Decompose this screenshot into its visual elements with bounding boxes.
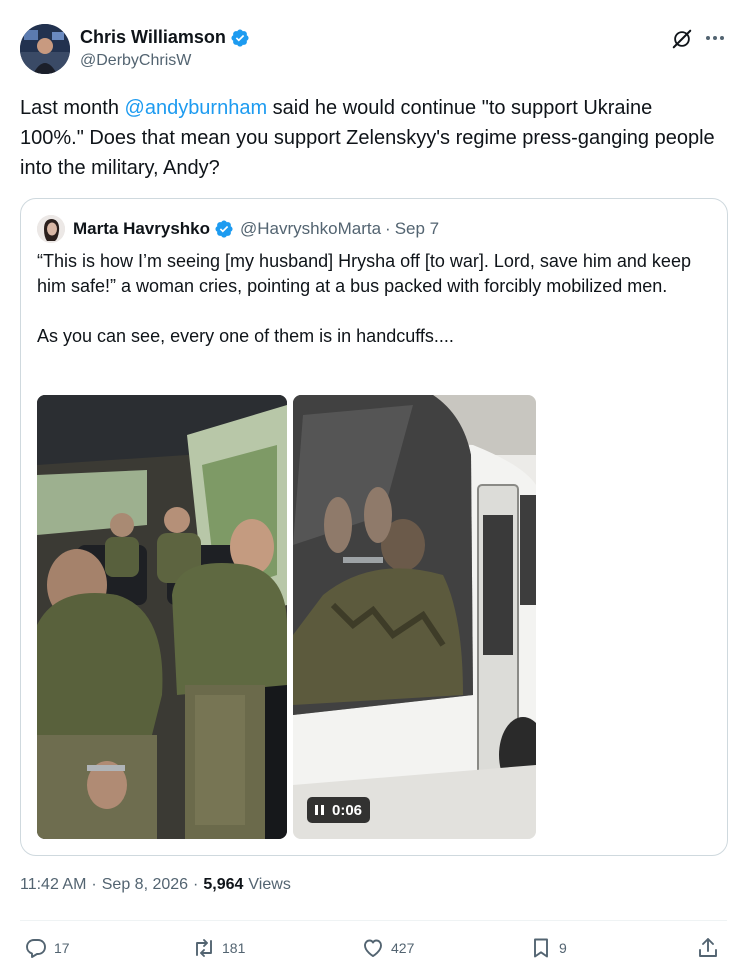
reply-button[interactable]: 17 <box>24 936 70 960</box>
quoted-author-avatar[interactable] <box>37 215 65 243</box>
tweet-text-before: Last month <box>20 97 125 119</box>
tweet-date[interactable]: Sep 8, 2026 <box>102 876 188 894</box>
action-bar: 17 181 427 9 <box>20 936 727 966</box>
heart-icon <box>364 939 382 957</box>
video-duration: 0:06 <box>332 801 363 819</box>
repost-button[interactable]: 181 <box>192 936 245 960</box>
quoted-handle[interactable]: @HavryshkoMarta <box>240 219 381 239</box>
repost-count: 181 <box>222 940 246 956</box>
quoted-verified-badge-icon <box>215 220 233 238</box>
mention-link[interactable]: @andyburnham <box>125 97 268 119</box>
author-handle[interactable]: @DerbyChrisW <box>80 52 191 70</box>
views-label: Views <box>248 876 291 893</box>
bookmark-count: 9 <box>559 940 567 956</box>
like-count: 427 <box>391 940 415 956</box>
share-button[interactable] <box>696 936 720 960</box>
quoted-header: Marta Havryshko @HavryshkoMarta · Sep 7 <box>73 219 439 239</box>
reply-count: 17 <box>54 940 70 956</box>
tweet-text: Last month @andyburnham said he would co… <box>20 93 720 183</box>
more-options-icon[interactable] <box>703 26 727 50</box>
views-count: 5,964 <box>203 876 244 893</box>
bookmark-icon <box>534 938 548 958</box>
author-name-row[interactable]: Chris Williamson <box>80 27 250 48</box>
tweet-time[interactable]: 11:42 AM <box>20 876 86 894</box>
like-button[interactable]: 427 <box>361 936 414 960</box>
tweet-header: Chris Williamson @DerbyChrisW <box>20 24 727 78</box>
quoted-photo[interactable] <box>37 395 287 839</box>
author-display-name[interactable]: Chris Williamson <box>80 27 226 48</box>
quoted-date[interactable]: Sep 7 <box>395 219 439 239</box>
video-playback-badge[interactable]: 0:06 <box>307 797 371 823</box>
quoted-separator: · <box>385 219 391 238</box>
author-avatar[interactable] <box>20 24 70 74</box>
reply-icon <box>26 939 46 958</box>
meta-separator-2: · <box>193 876 199 893</box>
quoted-tweet[interactable]: Marta Havryshko @HavryshkoMarta · Sep 7 … <box>20 198 728 856</box>
bookmark-button[interactable]: 9 <box>529 936 567 960</box>
quoted-text: “This is how I’m seeing [my husband] Hry… <box>37 251 691 346</box>
repost-icon <box>196 939 212 957</box>
grok-icon[interactable] <box>671 28 693 50</box>
quoted-display-name[interactable]: Marta Havryshko <box>73 219 210 239</box>
quoted-video[interactable]: 0:06 <box>293 395 536 839</box>
divider <box>20 920 727 921</box>
meta-separator: · <box>91 876 97 893</box>
verified-badge-icon <box>231 28 249 47</box>
tweet-meta: 11:42 AM · Sep 8, 2026 · 5,964 Views <box>20 876 291 894</box>
pause-icon[interactable] <box>315 805 324 815</box>
share-icon <box>699 938 717 957</box>
